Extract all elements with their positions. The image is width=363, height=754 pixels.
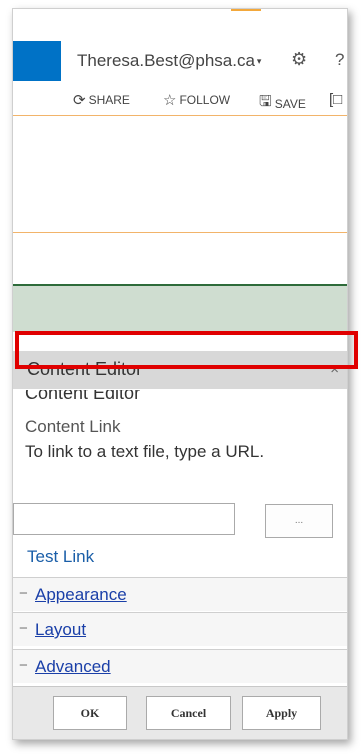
user-name: Theresa.Best@phsa.ca: [77, 51, 255, 70]
content-link-hint: To link to a text file, type a URL.: [25, 442, 265, 461]
follow-label: FOLLOW: [179, 93, 231, 107]
focus-button[interactable]: [□: [329, 91, 342, 108]
save-button[interactable]: 🖫 SAVE: [259, 91, 306, 116]
collapse-icon[interactable]: −: [19, 657, 28, 674]
panel-subtitle-row: Content Editor: [13, 390, 347, 412]
section-advanced[interactable]: − Advanced: [13, 649, 347, 683]
section-label[interactable]: Appearance: [35, 585, 127, 605]
browse-button[interactable]: ...: [265, 504, 333, 538]
chevron-down-icon: ▾: [256, 56, 262, 67]
app-launcher-tile[interactable]: [13, 41, 61, 81]
panel-subtitle: Content Editor: [25, 390, 141, 403]
user-menu[interactable]: Theresa.Best@phsa.ca ▾: [77, 51, 261, 71]
apply-button[interactable]: Apply: [242, 696, 321, 730]
save-icon: 🖫: [259, 93, 272, 110]
section-label[interactable]: Advanced: [35, 657, 111, 677]
content-link-label: Content Link: [25, 417, 121, 436]
ok-button[interactable]: OK: [53, 696, 127, 730]
panel-footer: OK Cancel Apply: [13, 686, 347, 739]
save-label: SAVE: [274, 96, 306, 111]
gear-icon[interactable]: ⚙: [291, 49, 307, 70]
section-layout[interactable]: − Layout: [13, 612, 347, 646]
section-appearance[interactable]: − Appearance: [13, 577, 347, 611]
content-link-input[interactable]: [13, 503, 235, 535]
highlight-box: [15, 331, 358, 369]
star-icon: ☆: [163, 92, 177, 109]
section-label[interactable]: Layout: [35, 620, 86, 640]
sharepoint-page: Theresa.Best@phsa.ca ▾ ⚙ ? ⟳ SHARE ☆ FOLL…: [12, 8, 348, 740]
help-icon[interactable]: ?: [335, 50, 344, 70]
cancel-button[interactable]: Cancel: [146, 696, 231, 730]
collapse-icon[interactable]: −: [19, 585, 28, 602]
share-label: SHARE: [88, 93, 130, 107]
top-accent-line: [231, 9, 261, 11]
share-icon: ⟳: [73, 92, 86, 109]
focus-icon: [□: [329, 91, 343, 108]
collapse-icon[interactable]: −: [19, 620, 28, 637]
share-button[interactable]: ⟳ SHARE: [73, 91, 130, 109]
divider: [13, 232, 347, 233]
test-link[interactable]: Test Link: [27, 547, 94, 567]
divider: [13, 115, 347, 116]
follow-button[interactable]: ☆ FOLLOW: [163, 91, 230, 109]
webpart-zone: [13, 284, 347, 332]
